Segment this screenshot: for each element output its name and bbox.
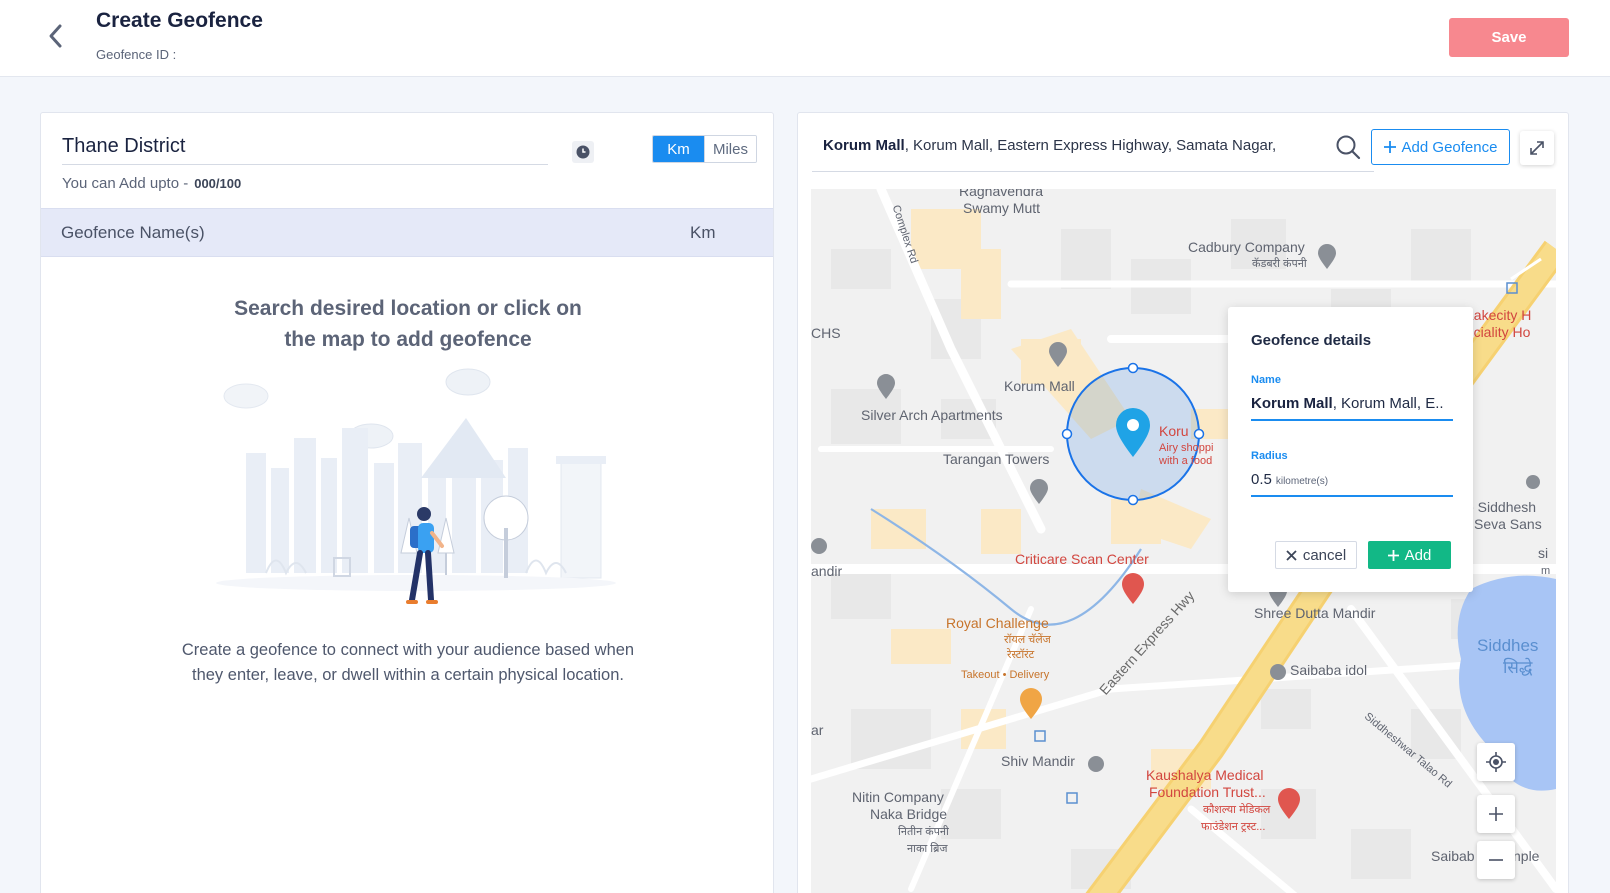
geofence-list-panel: Thane District Km Miles You can Add upto… xyxy=(40,112,774,893)
region-input[interactable]: Thane District xyxy=(62,133,548,165)
map-label: Korum Mall xyxy=(1004,378,1075,394)
name-field-label: Name xyxy=(1251,374,1281,386)
map-label: Saibab xyxy=(1431,848,1475,864)
zoom-out-icon[interactable] xyxy=(1477,841,1515,879)
map-label: Naka Bridge xyxy=(870,806,948,822)
cancel-label: cancel xyxy=(1302,546,1347,564)
map-label: si xyxy=(1538,545,1549,561)
search-value-rest: , Korum Mall, Eastern Express Highway, S… xyxy=(904,137,1277,154)
empty-state-description: Create a geofence to connect with your a… xyxy=(41,638,773,688)
geofence-id-label: Geofence ID : xyxy=(96,47,177,62)
city-walker-illustration xyxy=(216,368,616,604)
column-unit: Km xyxy=(690,223,716,242)
map-label: Kaushalya Medical xyxy=(1146,767,1264,783)
map-label: Criticare Scan Center xyxy=(1015,551,1149,567)
unit-toggle: Km Miles xyxy=(652,135,757,163)
map-label: Shiv Mandir xyxy=(1001,753,1075,769)
add-limit-text: You can Add upto - 000/100 xyxy=(62,175,241,192)
map-label: Koru xyxy=(1159,423,1189,439)
zoom-in-icon[interactable] xyxy=(1477,795,1515,833)
radius-field-label: Radius xyxy=(1251,450,1288,462)
empty-desc-line-1: Create a geofence to connect with your a… xyxy=(181,641,635,659)
add-limit-label: You can Add upto - xyxy=(62,175,189,192)
map-label: Siddhes xyxy=(1477,636,1539,655)
location-search-input[interactable]: Korum Mall, Korum Mall, Eastern Express … xyxy=(812,125,1374,172)
radius-unit: kilometre(s) xyxy=(1275,476,1329,487)
map-label: नाका ब्रिज xyxy=(907,843,948,855)
map-label: Takeout • Delivery xyxy=(961,669,1050,681)
search-icon[interactable] xyxy=(1335,134,1361,160)
geofence-details-popup: Geofence details Name Korum Mall, Korum … xyxy=(1228,307,1473,592)
empty-desc-line-2: they enter, leave, or dwell within a cer… xyxy=(192,666,624,684)
map-label: Silver Arch Apartments xyxy=(861,407,1003,423)
clock-icon[interactable] xyxy=(572,141,594,163)
map-label: e Siddhesh xyxy=(1466,499,1537,515)
column-geofence-name: Geofence Name(s) xyxy=(61,223,205,242)
map-label: Foundation Trust... xyxy=(1149,784,1266,800)
map-label: ar xyxy=(811,722,824,738)
map-label: nple xyxy=(1513,848,1540,864)
map-label: रेस्टॉरंट xyxy=(1007,649,1035,661)
map-label: Shree Dutta Mandir xyxy=(1254,605,1376,621)
expand-icon[interactable] xyxy=(1520,131,1554,165)
name-value-rest: , Korum Mall, E.. xyxy=(1332,395,1444,412)
radius-value: 0.5 xyxy=(1251,471,1272,488)
unit-miles-option[interactable]: Miles xyxy=(704,136,756,162)
plus-icon xyxy=(1387,549,1399,561)
add-geofence-label: Add Geofence xyxy=(1401,138,1498,156)
plus-icon xyxy=(1383,141,1396,153)
details-title: Geofence details xyxy=(1251,332,1372,349)
empty-title-line-1: Search desired location or click on xyxy=(234,297,582,320)
map-label: Lakecity H xyxy=(1466,307,1532,323)
name-value-bold: Korum Mall xyxy=(1251,395,1333,412)
add-button[interactable]: Add xyxy=(1368,541,1451,569)
map-label: कौशल्या मेडिकल xyxy=(1203,804,1271,816)
my-location-icon[interactable] xyxy=(1477,743,1515,781)
radius-input[interactable]: 0.5 kilometre(s) xyxy=(1251,471,1453,497)
map-label: Saibaba idol xyxy=(1290,662,1368,678)
empty-state-title: Search desired location or click on the … xyxy=(41,293,773,355)
map-label: with a food xyxy=(1159,455,1213,467)
map-label: फाउंडेशन ट्रस्ट... xyxy=(1201,821,1266,833)
unit-km-option[interactable]: Km xyxy=(653,136,704,162)
map-label: Seva Sans xyxy=(1474,516,1542,532)
map-label: कॅडबरी कंपनी xyxy=(1252,258,1307,270)
map-label: सिद्धे xyxy=(1503,658,1533,677)
map-label: Royal Challenge xyxy=(946,615,1049,631)
map-label: andir xyxy=(811,563,843,579)
geofence-name-input[interactable]: Korum Mall, Korum Mall, E.. xyxy=(1251,395,1453,421)
cancel-button[interactable]: cancel xyxy=(1275,541,1357,569)
map-label: CHS xyxy=(811,325,841,341)
add-limit-count: 000/100 xyxy=(194,176,242,191)
map-label: Cadbury Company xyxy=(1188,239,1305,255)
close-icon xyxy=(1286,549,1297,561)
search-value-bold: Korum Mall xyxy=(823,137,905,154)
map-label: m xyxy=(1541,565,1551,577)
add-geofence-button[interactable]: Add Geofence xyxy=(1371,129,1510,165)
back-arrow-icon[interactable] xyxy=(44,22,68,50)
map-label: Raghavendra xyxy=(959,189,1044,199)
map-label: Nitin Company xyxy=(852,789,944,805)
save-button[interactable]: Save xyxy=(1449,18,1569,57)
geofence-table-header: Geofence Name(s) Km xyxy=(41,208,773,257)
add-label: Add xyxy=(1404,546,1432,564)
empty-title-line-2: the map to add geofence xyxy=(284,328,532,351)
page-title: Create Geofence xyxy=(96,9,263,32)
top-bar: Create Geofence Geofence ID : Save xyxy=(0,0,1610,77)
map-label: Swamy Mutt xyxy=(963,200,1041,216)
map-label: नितीन कंपनी xyxy=(898,826,949,838)
map-label: Tarangan Towers xyxy=(943,451,1050,467)
